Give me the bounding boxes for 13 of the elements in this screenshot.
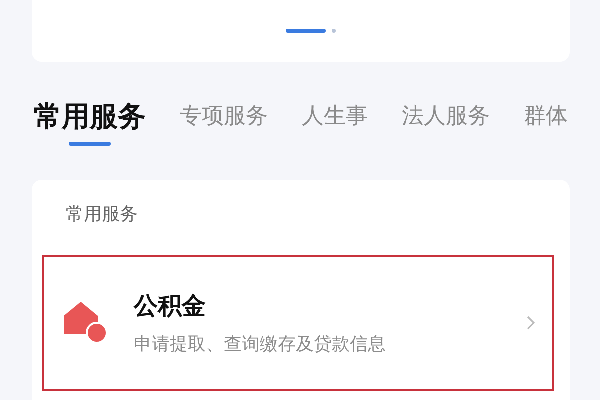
page-indicator[interactable] bbox=[286, 29, 326, 33]
chevron-right-icon bbox=[526, 315, 536, 331]
page-indicator[interactable] bbox=[332, 29, 336, 33]
house-icon bbox=[64, 302, 108, 344]
category-tab[interactable]: 专项服务 bbox=[180, 100, 268, 146]
category-tab[interactable]: 群体 bbox=[524, 100, 568, 146]
category-tab[interactable]: 法人服务 bbox=[402, 100, 490, 146]
category-tab[interactable]: 人生事 bbox=[302, 100, 368, 146]
service-item[interactable]: 公积金 申请提取、查询缴存及贷款信息 bbox=[42, 255, 554, 391]
section-title: 常用服务 bbox=[66, 203, 139, 227]
category-tab[interactable]: 常用服务 bbox=[34, 100, 146, 146]
service-description: 申请提取、查询缴存及贷款信息 bbox=[134, 333, 387, 356]
service-title: 公积金 bbox=[134, 291, 207, 322]
